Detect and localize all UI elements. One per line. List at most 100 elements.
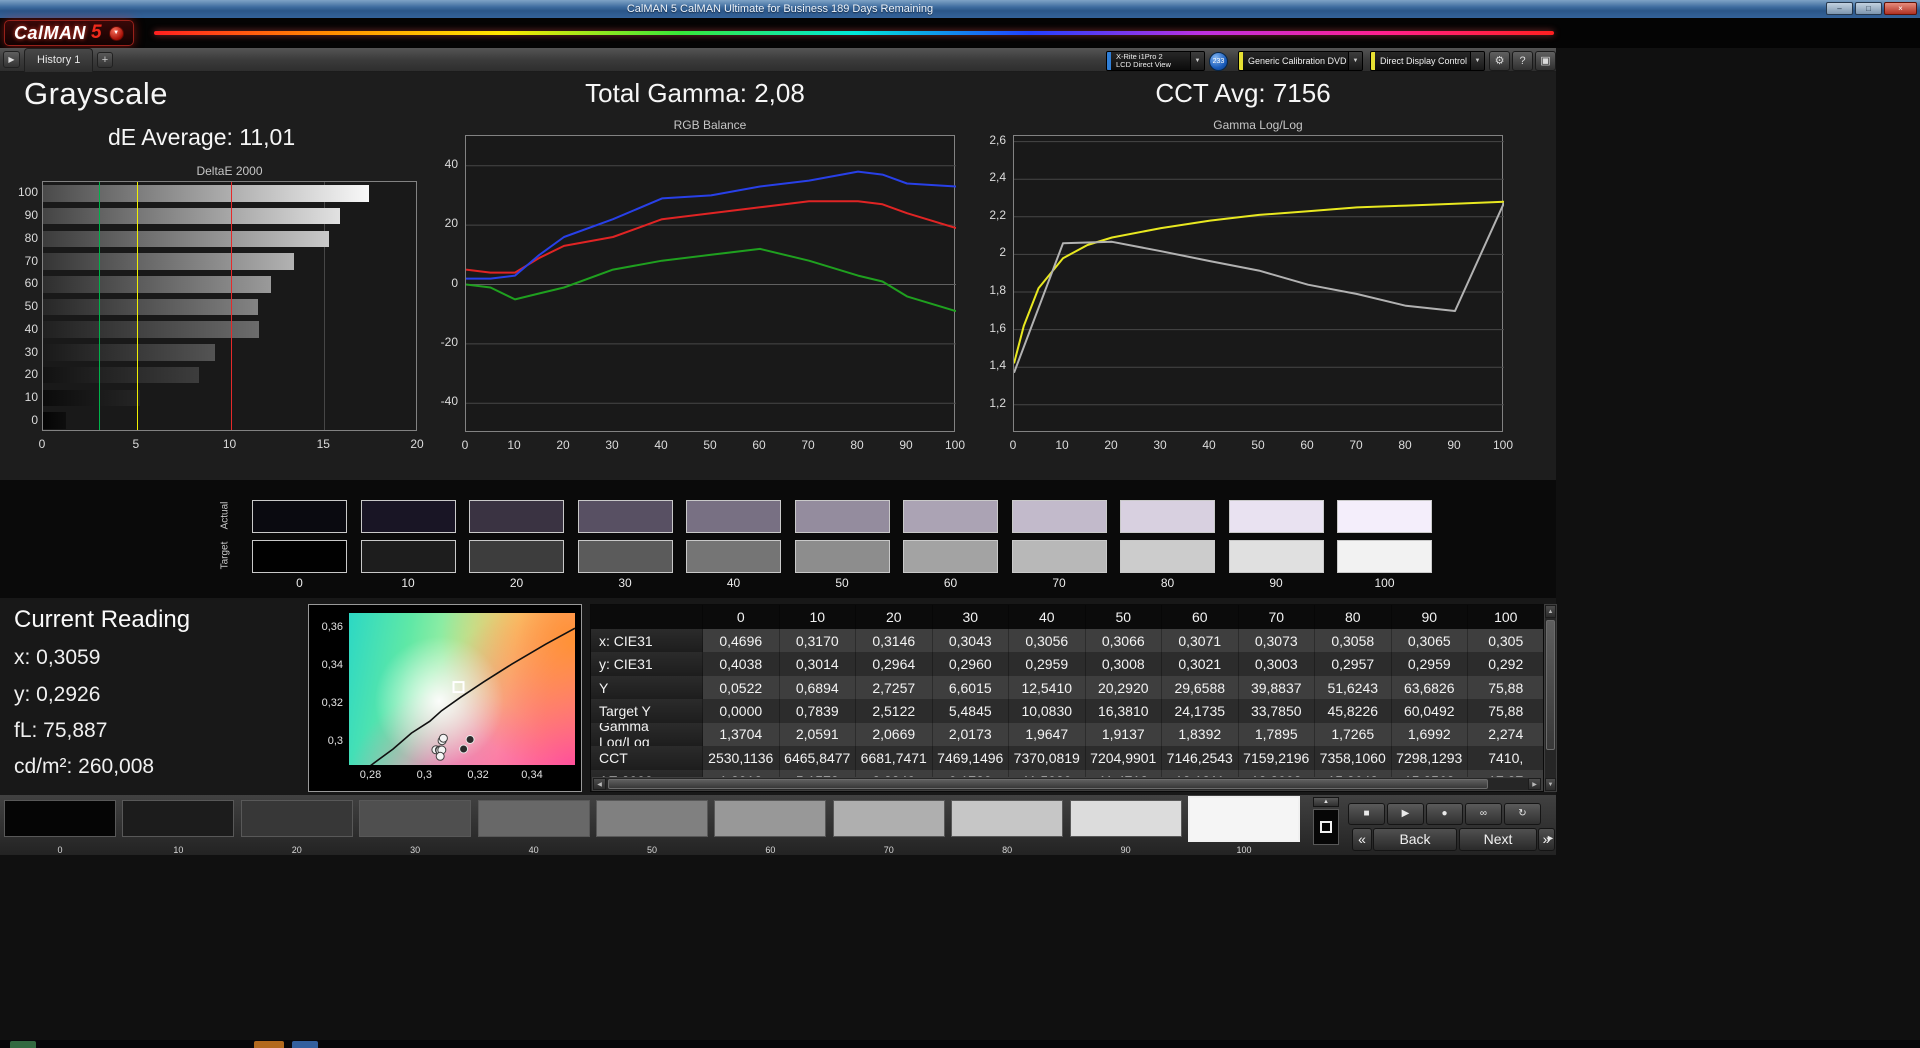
actual-swatch	[252, 500, 347, 533]
display-control-dropdown[interactable]: Direct Display Control ▼	[1370, 51, 1485, 71]
cie-overlay	[370, 627, 575, 765]
total-gamma-readout: Total Gamma: 2,08	[585, 78, 805, 108]
scroll-right-icon[interactable]: ▶	[1528, 778, 1541, 790]
axis-tick-label: 30	[1153, 438, 1167, 452]
record-button[interactable]: ●	[1426, 803, 1463, 825]
gamma-chart: Gamma Log/Log 2,6 2,4 2,2 2 1,8 1,6 1,4 1,2 0 10 2…	[978, 118, 1513, 462]
pattern-up-icon[interactable]: ▲	[1313, 797, 1339, 807]
source-selector-dropdown[interactable]: Generic Calibration DVD ▼	[1238, 51, 1363, 71]
table-cell: 0,6894	[779, 675, 856, 700]
current-reading-title: Current Reading	[14, 606, 191, 633]
taskbar-icon-fragment[interactable]	[292, 1041, 318, 1048]
table-horizontal-scrollbar[interactable]: ◀ ▶	[592, 777, 1542, 791]
axis-tick-label: 80	[24, 230, 38, 245]
corner-grip-icon[interactable]: ►	[1546, 833, 1555, 843]
axis-tick-label: 100	[17, 185, 38, 200]
pattern-patch[interactable]	[832, 800, 945, 837]
table-cell: 1,3704	[703, 722, 780, 747]
chevron-down-icon[interactable]: ▼	[1348, 52, 1362, 70]
refresh-button[interactable]: ↻	[1504, 803, 1541, 825]
scroll-down-icon[interactable]: ▼	[1545, 778, 1556, 791]
taskbar-icon-fragment[interactable]	[254, 1041, 284, 1048]
meter-selector-dropdown[interactable]: X-Rite i1Pro 2 LCD Direct View ▼	[1106, 51, 1205, 71]
tab-scroll-button[interactable]: ▶	[3, 51, 20, 68]
deltae-reference-line	[136, 182, 138, 430]
scrollbar-thumb[interactable]	[608, 779, 1488, 789]
blackbody-locus	[370, 627, 575, 765]
calman-logo-menu[interactable]: CalMAN 5 ▼	[4, 20, 134, 46]
pattern-patch[interactable]	[596, 800, 708, 837]
next-button[interactable]: Next	[1459, 828, 1537, 851]
scroll-up-icon[interactable]: ▲	[1545, 605, 1556, 618]
table-cell: 0,2960	[932, 652, 1009, 676]
pattern-patch[interactable]	[477, 800, 590, 837]
table-cell: 2,7257	[856, 675, 933, 700]
target-swatch	[1011, 540, 1107, 573]
axis-tick-label: 70	[801, 438, 815, 452]
pattern-patch[interactable]	[240, 800, 353, 837]
table-column-header: 90	[1392, 605, 1468, 629]
axis-tick-label: 100	[944, 438, 966, 452]
pattern-patch[interactable]	[951, 800, 1064, 837]
tab-history-1[interactable]: History 1	[24, 48, 94, 72]
window-close-button[interactable]: ×	[1884, 2, 1917, 15]
display-settings-icon[interactable]: ▣	[1535, 51, 1556, 71]
current-reading-cdm2: cd/m²: 260,008	[14, 755, 155, 778]
table-row-label: Target Y	[591, 699, 703, 723]
axis-tick-label: 20	[410, 437, 424, 451]
white-point-target-marker	[452, 681, 465, 694]
window-maximize-button[interactable]: □	[1855, 2, 1882, 15]
pattern-patch[interactable]	[714, 800, 827, 837]
table-column-header: 50	[1086, 605, 1162, 629]
pattern-patch[interactable]	[4, 800, 116, 837]
chevron-down-icon[interactable]: ▼	[1470, 52, 1484, 70]
window-titlebar: CalMAN 5 CalMAN Ultimate for Business 18…	[0, 0, 1920, 18]
axis-tick-label: 30	[24, 344, 38, 359]
brand-dropdown-icon[interactable]: ▼	[108, 25, 124, 41]
table-cell: 7204,9901	[1085, 746, 1162, 770]
table-cell: 6465,8477	[779, 746, 856, 770]
loop-button[interactable]: ∞	[1465, 803, 1502, 825]
axis-tick-label: 0	[451, 275, 458, 290]
axis-tick-label: 0	[1009, 438, 1017, 452]
actual-swatch	[1120, 500, 1215, 533]
table-cell: 7358,1060	[1315, 746, 1392, 770]
deltae-bar	[43, 230, 330, 248]
axis-tick-label: 2,6	[989, 132, 1006, 147]
cie-chart: 0,36 0,34 0,32 0,3 0,28 0,3 0,32 0,34	[308, 604, 582, 792]
pattern-patch[interactable]	[359, 800, 472, 837]
gear-icon[interactable]: ⚙	[1489, 51, 1510, 71]
actual-swatch	[1011, 500, 1107, 533]
help-icon[interactable]: ?	[1512, 51, 1533, 71]
scroll-left-icon[interactable]: ◀	[593, 778, 606, 790]
back-button[interactable]: Back	[1373, 828, 1457, 851]
deltae-bar	[43, 253, 295, 270]
pattern-window-button[interactable]	[1313, 809, 1339, 845]
scrollbar-track[interactable]	[1545, 752, 1556, 778]
current-reading-x: x: 0,3059	[14, 646, 101, 669]
table-cell: 10,0830	[1009, 699, 1086, 723]
pattern-patch-label: 30	[410, 845, 421, 855]
taskbar-icon-fragment[interactable]	[10, 1041, 36, 1048]
stop-button[interactable]: ■	[1348, 803, 1385, 825]
rgb-balance-plot	[465, 135, 957, 432]
table-vertical-scrollbar[interactable]: ▲ ▼	[1544, 604, 1557, 792]
pattern-patch[interactable]	[1188, 796, 1300, 842]
add-tab-button[interactable]: +	[97, 52, 113, 68]
pattern-patch-label: 20	[291, 845, 302, 855]
play-button[interactable]: ▶	[1387, 803, 1424, 825]
target-row-label: Target	[219, 541, 231, 570]
display-control-name: Direct Display Control	[1380, 56, 1468, 66]
window-minimize-button[interactable]: –	[1826, 2, 1853, 15]
axis-tick-label: 0,28	[359, 769, 382, 781]
axis-tick-label: 10	[24, 389, 38, 404]
back-chevron-icon[interactable]: «	[1352, 828, 1372, 851]
deltae-bar	[43, 298, 259, 316]
table-cell: 1,7895	[1238, 722, 1315, 747]
pattern-patch[interactable]	[1069, 800, 1182, 837]
scrollbar-track[interactable]	[1490, 778, 1528, 790]
axis-tick-label: 20	[24, 367, 38, 382]
pattern-patch[interactable]	[122, 800, 235, 837]
chevron-down-icon[interactable]: ▼	[1190, 52, 1204, 70]
scrollbar-thumb[interactable]	[1546, 620, 1555, 750]
